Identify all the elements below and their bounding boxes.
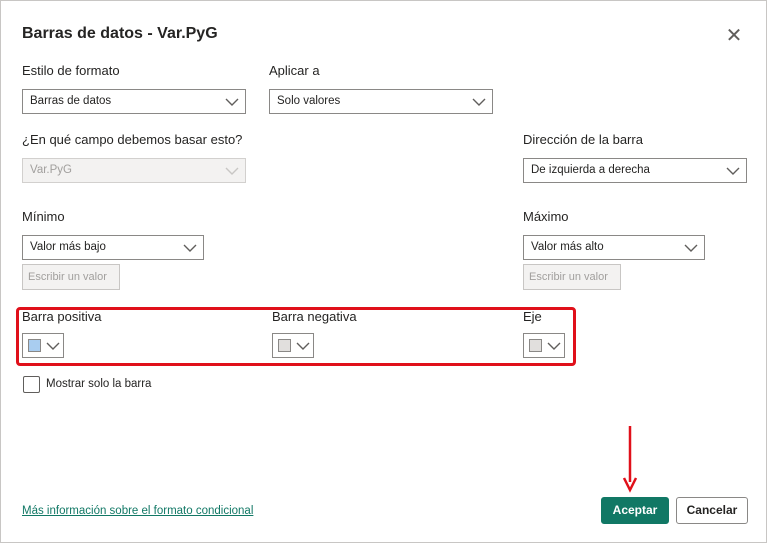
minimum-label: Mínimo (22, 209, 65, 224)
maximum-label: Máximo (523, 209, 569, 224)
axis-color-picker[interactable] (523, 333, 565, 358)
cancel-button[interactable]: Cancelar (676, 497, 748, 524)
dialog-title: Barras de datos - Var.PyG (22, 25, 218, 42)
chevron-down-icon (225, 98, 239, 106)
accept-button[interactable]: Aceptar (601, 497, 669, 524)
bar-direction-value: De izquierda a derecha (531, 164, 650, 176)
chevron-down-icon (726, 167, 740, 175)
base-field-value: Var.PyG (30, 164, 72, 176)
format-style-select[interactable]: Barras de datos (22, 89, 246, 114)
minimum-value-input: Escribir un valor (22, 264, 120, 290)
maximum-select[interactable]: Valor más alto (523, 235, 705, 260)
chevron-down-icon (547, 342, 561, 350)
chevron-down-icon (183, 244, 197, 252)
format-style-label: Estilo de formato (22, 63, 120, 78)
chevron-down-icon (46, 342, 60, 350)
positive-bar-swatch (28, 339, 41, 352)
show-bar-only-checkbox[interactable] (23, 376, 40, 393)
data-bars-dialog: Barras de datos - Var.PyG ✕ Estilo de fo… (0, 0, 767, 543)
close-icon[interactable]: ✕ (723, 25, 745, 47)
axis-swatch (529, 339, 542, 352)
minimum-value: Valor más bajo (30, 241, 106, 253)
chevron-down-icon (684, 244, 698, 252)
base-field-select: Var.PyG (22, 158, 246, 183)
positive-bar-color-picker[interactable] (22, 333, 64, 358)
negative-bar-label: Barra negativa (272, 309, 357, 324)
bar-direction-select[interactable]: De izquierda a derecha (523, 158, 747, 183)
negative-bar-swatch (278, 339, 291, 352)
maximum-value-input: Escribir un valor (523, 264, 621, 290)
maximum-value: Valor más alto (531, 241, 604, 253)
red-arrow-annotation (622, 426, 638, 493)
bar-direction-label: Dirección de la barra (523, 132, 643, 147)
positive-bar-label: Barra positiva (22, 309, 102, 324)
chevron-down-icon (472, 98, 486, 106)
apply-to-label: Aplicar a (269, 63, 320, 78)
apply-to-select[interactable]: Solo valores (269, 89, 493, 114)
conditional-format-info-link[interactable]: Más información sobre el formato condici… (22, 505, 253, 517)
apply-to-value: Solo valores (277, 95, 341, 107)
negative-bar-color-picker[interactable] (272, 333, 314, 358)
minimum-select[interactable]: Valor más bajo (22, 235, 204, 260)
base-field-label: ¿En qué campo debemos basar esto? (22, 132, 243, 147)
axis-label: Eje (523, 309, 542, 324)
chevron-down-icon (225, 167, 239, 175)
chevron-down-icon (296, 342, 310, 350)
show-bar-only-label: Mostrar solo la barra (46, 378, 152, 390)
format-style-value: Barras de datos (30, 95, 112, 107)
